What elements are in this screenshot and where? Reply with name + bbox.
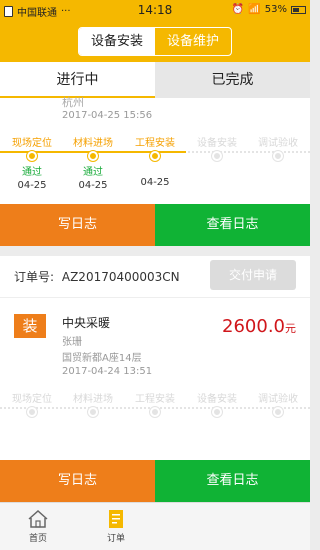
- step-acceptance: 调试验收: [253, 390, 303, 417]
- step-site-location: 现场定位 通过 04-25: [7, 134, 57, 191]
- tab-in-progress[interactable]: 进行中: [0, 62, 155, 98]
- battery-level: 53%: [264, 4, 287, 15]
- alarm-icon: ⏰: [231, 4, 245, 15]
- order-card[interactable]: 杭州 2017-04-25 15:56 现场定位 通过 04-25 材料进场 通…: [0, 96, 310, 246]
- step-status: 通过: [83, 167, 103, 178]
- step-status: [130, 163, 180, 175]
- step-dot: [150, 151, 160, 161]
- write-log-button[interactable]: 写日志: [0, 204, 155, 246]
- step-dot: [212, 407, 222, 417]
- segment-control: 设备安装 设备维护: [78, 27, 232, 56]
- step-acceptance: 调试验收: [253, 134, 303, 161]
- service-name: 中央采暖: [62, 316, 111, 330]
- step-dot: [273, 151, 283, 161]
- order-number: 订单号: AZ20170400003CN: [14, 270, 180, 284]
- card-actions: 写日志 查看日志: [0, 460, 310, 502]
- nav-home-label: 首页: [28, 534, 47, 544]
- step-dot: [150, 407, 160, 417]
- step-dot: [212, 151, 222, 161]
- step-material-arrival: 材料进场: [68, 390, 118, 417]
- bottom-nav: 首页 订单: [0, 502, 310, 550]
- segment-device-install[interactable]: 设备安装: [79, 28, 155, 55]
- step-site-location: 现场定位: [7, 390, 57, 417]
- install-badge: 装: [14, 314, 46, 338]
- tab-completed[interactable]: 已完成: [155, 62, 310, 98]
- order-datetime: 2017-04-24 13:51: [62, 366, 153, 377]
- nav-orders-label: 订单: [106, 534, 125, 544]
- order-card[interactable]: 订单号: AZ20170400003CN 交付申请 装 中央采暖 张珊 国贸新都…: [0, 256, 310, 461]
- status-tabs: 进行中 已完成: [0, 62, 310, 98]
- step-date: 04-25: [17, 180, 47, 191]
- step-material-arrival: 材料进场 通过 04-25: [68, 134, 118, 191]
- view-log-button[interactable]: 查看日志: [155, 204, 310, 246]
- status-bar: 中国联通 ··· 14:18 ⏰ 📶 53%: [0, 0, 310, 22]
- orders-icon: [109, 510, 123, 528]
- step-engineering-install: 工程安装 04-25: [130, 134, 180, 188]
- segment-device-maintenance[interactable]: 设备维护: [155, 28, 231, 55]
- step-status: 通过: [22, 167, 42, 178]
- card-actions: 写日志 查看日志: [0, 204, 310, 246]
- order-datetime: 2017-04-25 15:56: [62, 110, 153, 121]
- nav-orders[interactable]: 订单: [86, 509, 146, 544]
- step-dot: [88, 151, 98, 161]
- wifi-icon: 📶: [248, 4, 261, 15]
- step-dot: [273, 407, 283, 417]
- progress-tracker: 现场定位 通过 04-25 材料进场 通过 04-25 工程安装 04-25 设…: [0, 134, 310, 194]
- address-clipped: 杭州: [62, 96, 84, 109]
- progress-tracker: 现场定位 材料进场 工程安装 设备安装 调试验收: [0, 390, 310, 450]
- price: 2600.0元: [222, 316, 296, 337]
- step-device-install: 设备安装: [192, 390, 242, 417]
- step-engineering-install: 工程安装: [130, 390, 180, 417]
- address: 国贸新都A座14层: [62, 353, 142, 364]
- delivery-request-button[interactable]: 交付申请: [210, 260, 296, 290]
- contact-name: 张珊: [62, 337, 82, 348]
- step-date: 04-25: [140, 177, 170, 188]
- nav-home[interactable]: 首页: [8, 509, 68, 544]
- step-device-install: 设备安装: [192, 134, 242, 161]
- divider: [0, 297, 310, 298]
- step-dot: [27, 151, 37, 161]
- step-date: 04-25: [78, 180, 108, 191]
- app-header: 设备安装 设备维护: [0, 22, 310, 62]
- step-dot: [88, 407, 98, 417]
- home-icon: [28, 509, 48, 528]
- view-log-button[interactable]: 查看日志: [155, 460, 310, 502]
- step-dot: [27, 407, 37, 417]
- write-log-button[interactable]: 写日志: [0, 460, 155, 502]
- battery-icon: [291, 5, 306, 14]
